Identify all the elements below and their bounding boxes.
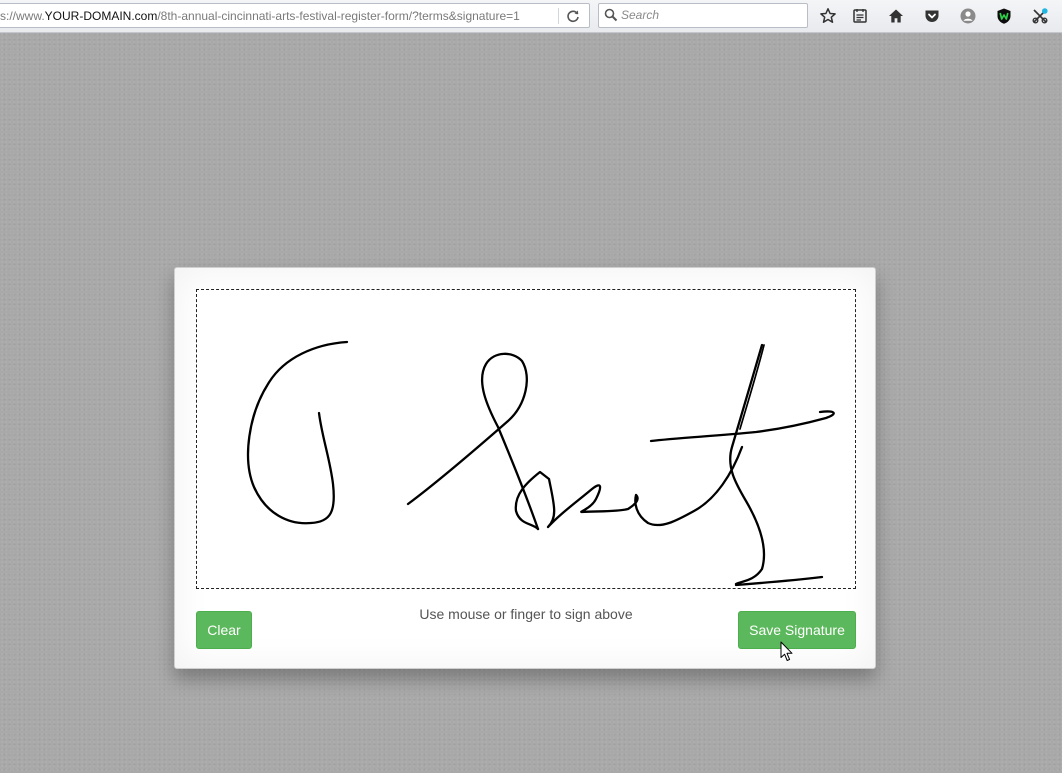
pocket-icon[interactable] xyxy=(921,5,943,27)
signature-pad[interactable] xyxy=(196,289,856,589)
url-text[interactable]: s://www.YOUR-DOMAIN.com/8th-annual-cinci… xyxy=(0,9,555,23)
sign-hint-text: Use mouse or finger to sign above xyxy=(419,606,633,622)
url-path: /8th-annual-cincinnati-arts-festival-reg… xyxy=(157,9,520,23)
extensions-icon[interactable] xyxy=(1029,5,1051,27)
signature-drawing xyxy=(246,340,835,587)
clear-button[interactable]: Clear xyxy=(196,611,252,649)
home-icon[interactable] xyxy=(885,5,907,27)
browser-toolbar: s://www.YOUR-DOMAIN.com/8th-annual-cinci… xyxy=(0,0,1062,33)
reading-list-icon[interactable] xyxy=(849,5,871,27)
search-bar[interactable] xyxy=(598,3,808,28)
bookmark-star-icon[interactable] xyxy=(817,5,839,27)
mouse-cursor-icon xyxy=(780,641,794,667)
url-domain: YOUR-DOMAIN.com xyxy=(44,9,158,23)
url-separator xyxy=(558,8,559,24)
account-icon[interactable] xyxy=(957,5,979,27)
save-signature-button[interactable]: Save Signature xyxy=(738,611,856,649)
reload-icon[interactable] xyxy=(562,6,584,26)
shield-w-icon[interactable] xyxy=(993,5,1015,27)
search-input[interactable] xyxy=(621,6,801,24)
search-icon xyxy=(604,8,618,27)
signature-dialog: Use mouse or finger to sign above Clear … xyxy=(174,267,876,669)
address-bar[interactable]: s://www.YOUR-DOMAIN.com/8th-annual-cinci… xyxy=(0,3,590,28)
url-prefix: s://www. xyxy=(0,9,45,23)
